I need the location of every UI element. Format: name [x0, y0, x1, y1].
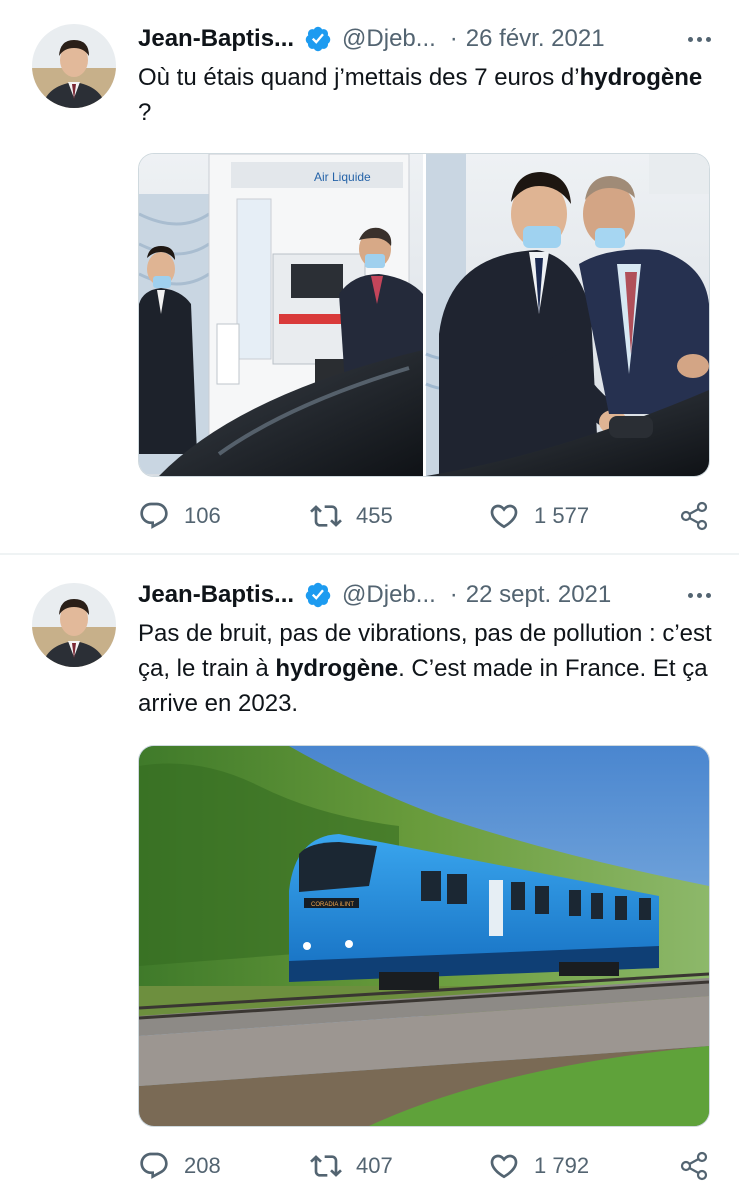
retweet-count: 455	[356, 503, 393, 528]
tweet-text: Où tu étais quand j’mettais des 7 euros …	[138, 64, 703, 126]
tweet[interactable]: Jean-Baptis... @Djeb... · 22 sept. 2021 …	[0, 555, 739, 1200]
retweet-button[interactable]: 455	[310, 496, 393, 536]
tweet-date[interactable]: 26 févr. 2021	[466, 25, 605, 53]
action-bar: 106 455 1 577	[138, 496, 710, 536]
avatar[interactable]	[32, 583, 116, 667]
hashtag-word: hydrogène	[275, 655, 399, 682]
like-button[interactable]: 1 792	[488, 1146, 589, 1186]
retweet-icon	[310, 505, 342, 527]
reply-count: 106	[184, 503, 221, 528]
retweet-count: 407	[356, 1153, 393, 1178]
reply-count: 208	[184, 1153, 221, 1178]
hashtag-word: hydrogène	[579, 64, 703, 91]
tweet-media[interactable]: Air Liquide	[138, 153, 710, 477]
separator: ·	[449, 581, 458, 608]
more-icon[interactable]	[688, 577, 711, 613]
tweet-media[interactable]: CORADIA iLINT	[138, 745, 710, 1127]
brand-label: Air Liquide	[314, 170, 371, 184]
like-count: 1 577	[534, 503, 590, 528]
share-button[interactable]	[678, 1146, 710, 1186]
heart-icon	[490, 1154, 518, 1179]
author-name[interactable]: Jean-Baptis...	[138, 25, 294, 53]
verified-badge-icon	[305, 582, 331, 608]
action-bar: 208 407 1 792	[138, 1146, 710, 1186]
share-icon	[680, 501, 708, 531]
photo-right	[425, 154, 709, 476]
author-handle[interactable]: @Djeb...	[342, 581, 436, 609]
verified-badge-icon	[305, 26, 331, 52]
share-button[interactable]	[678, 496, 710, 536]
heart-icon	[490, 504, 518, 529]
author-handle[interactable]: @Djeb...	[342, 25, 436, 53]
reply-button[interactable]: 208	[138, 1146, 221, 1186]
tweet[interactable]: Jean-Baptis... @Djeb... · 26 févr. 2021 …	[0, 0, 739, 553]
retweet-icon	[310, 1155, 342, 1177]
like-button[interactable]: 1 577	[488, 496, 589, 536]
avatar[interactable]	[32, 24, 116, 108]
photo-left: Air Liquide	[139, 154, 423, 476]
like-count: 1 792	[534, 1153, 590, 1178]
share-icon	[680, 1151, 708, 1181]
tweet-text: Pas de bruit, pas de vibrations, pas de …	[138, 620, 712, 717]
author-name[interactable]: Jean-Baptis...	[138, 581, 294, 609]
separator: ·	[449, 25, 458, 52]
reply-icon	[140, 502, 168, 529]
retweet-button[interactable]: 407	[310, 1146, 393, 1186]
more-icon[interactable]	[688, 21, 711, 57]
train-sign: CORADIA iLINT	[311, 902, 354, 908]
tweet-date[interactable]: 22 sept. 2021	[466, 581, 611, 609]
reply-button[interactable]: 106	[138, 496, 221, 536]
reply-icon	[140, 1152, 168, 1179]
